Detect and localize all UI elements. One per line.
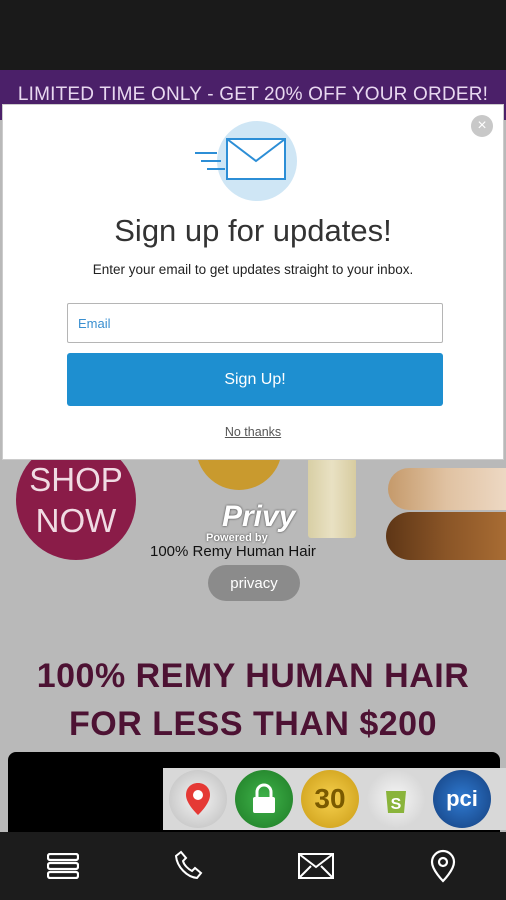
close-icon[interactable]: ×	[471, 115, 493, 137]
shop-now-line1: SHOP	[29, 460, 123, 498]
product-caption: 100% Remy Human Hair	[150, 543, 316, 560]
hair-extension-image	[308, 458, 356, 538]
email-field[interactable]	[67, 303, 443, 343]
map-pin-badge-icon[interactable]	[169, 770, 227, 828]
shopify-badge-icon[interactable]: S	[367, 770, 425, 828]
mail-icon[interactable]	[296, 846, 336, 886]
menu-icon[interactable]	[43, 846, 83, 886]
pci-badge-icon[interactable]: pci	[433, 770, 491, 828]
bottom-nav	[0, 832, 506, 900]
signup-button[interactable]: Sign Up!	[67, 353, 443, 406]
privacy-label: privacy	[230, 574, 278, 592]
headline-line2: FOR LESS THAN $200	[69, 705, 437, 743]
signup-modal: × Sign up for updates! Enter your email …	[2, 104, 504, 460]
promo-banner-text: LIMITED TIME ONLY - GET 20% OFF YOUR ORD…	[17, 84, 489, 105]
modal-subtitle: Enter your email to get updates straight…	[92, 262, 414, 277]
location-pin-icon[interactable]	[423, 846, 463, 886]
svg-text:S: S	[391, 796, 402, 813]
modal-title: Sign up for updates!	[114, 213, 392, 248]
privacy-button[interactable]: privacy	[208, 565, 300, 601]
hair-bundle-brown-image	[386, 512, 506, 560]
promo-headline: 100% REMY HUMAN HAIR FOR LESS THAN $200	[0, 652, 506, 748]
shop-now-line2: NOW	[35, 502, 117, 539]
no-thanks-link[interactable]: No thanks	[3, 425, 503, 439]
status-bar	[0, 0, 506, 70]
trust-badges-strip: 30 S pci	[163, 768, 506, 830]
phone-icon[interactable]	[170, 846, 210, 886]
lock-badge-icon[interactable]	[235, 770, 293, 828]
thirty-day-badge-icon[interactable]: 30	[301, 770, 359, 828]
hair-bundle-light-image	[388, 468, 506, 510]
headline-line1: 100% REMY HUMAN HAIR	[36, 657, 470, 695]
envelope-icon	[193, 119, 299, 203]
